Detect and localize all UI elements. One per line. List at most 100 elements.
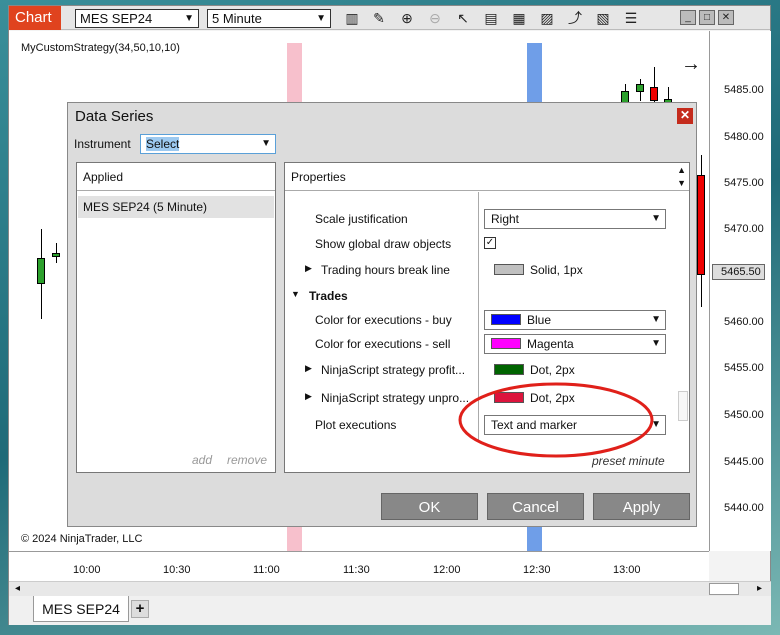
row-show-global-draw-objects[interactable]: Show global draw objects ✓ bbox=[285, 232, 689, 256]
scroll-left-icon[interactable]: ◂ bbox=[15, 583, 20, 594]
time-label: 10:30 bbox=[163, 564, 191, 576]
row-label: NinjaScript strategy profit... bbox=[321, 363, 466, 377]
price-label: 5450.00 bbox=[724, 409, 764, 421]
price-label: 5475.00 bbox=[724, 177, 764, 189]
apply-button[interactable]: Apply bbox=[593, 493, 690, 520]
scroll-down-icon[interactable]: ▼ bbox=[677, 178, 686, 188]
dialog-close-button[interactable]: ✕ bbox=[677, 108, 693, 124]
scroll-thumb[interactable] bbox=[709, 583, 739, 595]
instrument-select[interactable]: MES SEP24 ▼ bbox=[75, 9, 199, 28]
chevron-down-icon: ▼ bbox=[184, 13, 194, 24]
bottom-tab-bar: MES SEP24 + bbox=[9, 596, 771, 625]
remove-link[interactable]: remove bbox=[227, 453, 267, 467]
row-exec-buy[interactable]: Color for executions - buy Blue ▼ bbox=[285, 308, 689, 332]
annotation-circle bbox=[458, 382, 654, 458]
expand-arrow-icon[interactable]: ▶ bbox=[305, 363, 312, 374]
expand-arrow-icon[interactable]: ▶ bbox=[305, 263, 312, 274]
properties-icon[interactable]: ▧ bbox=[594, 10, 612, 26]
row-exec-sell[interactable]: Color for executions - sell Magenta ▼ bbox=[285, 332, 689, 356]
chevron-down-icon: ▼ bbox=[651, 314, 661, 325]
trades-section[interactable]: ▼ Trades bbox=[285, 284, 689, 308]
annotation-ellipse bbox=[458, 382, 654, 458]
row-label: NinjaScript strategy unpro... bbox=[321, 391, 470, 405]
time-label: 13:00 bbox=[613, 564, 641, 576]
candle-body bbox=[52, 253, 60, 257]
row-trading-hours-break-line[interactable]: ▶ Trading hours break line Solid, 1px bbox=[285, 258, 689, 282]
section-title: Trades bbox=[309, 289, 348, 303]
maximize-button[interactable]: □ bbox=[699, 10, 715, 25]
current-price-badge: 5465.50 bbox=[712, 264, 765, 280]
pencil-icon[interactable]: ✎ bbox=[370, 10, 388, 26]
applied-panel: Applied MES SEP24 (5 Minute) add remove bbox=[76, 162, 276, 473]
row-scale-justification[interactable]: Scale justification Right ▼ bbox=[285, 207, 689, 231]
applied-item[interactable]: MES SEP24 (5 Minute) bbox=[78, 196, 274, 218]
series-icon[interactable]: ▦ bbox=[510, 10, 528, 26]
price-label: 5455.00 bbox=[724, 362, 764, 374]
select-value: Blue bbox=[527, 313, 552, 327]
zoom-out-icon[interactable]: ⊖ bbox=[426, 10, 444, 26]
time-label: 11:00 bbox=[253, 564, 280, 576]
properties-header: Properties bbox=[285, 163, 689, 191]
exec-sell-color-select[interactable]: Magenta ▼ bbox=[484, 334, 666, 354]
chevron-down-icon: ▼ bbox=[651, 213, 661, 224]
row-label: Plot executions bbox=[315, 418, 397, 432]
instrument-label: Instrument bbox=[74, 137, 131, 151]
row-label: Scale justification bbox=[315, 212, 408, 226]
collapse-arrow-icon[interactable]: ▼ bbox=[291, 289, 300, 299]
arrow-right-icon[interactable]: → bbox=[681, 53, 701, 76]
row-value: Solid, 1px bbox=[494, 263, 583, 277]
time-label: 12:30 bbox=[523, 564, 551, 576]
zoom-in-icon[interactable]: ⊕ bbox=[398, 10, 416, 26]
expand-arrow-icon[interactable]: ▶ bbox=[305, 391, 312, 402]
minimize-button[interactable]: _ bbox=[680, 10, 696, 25]
instrument-select-value: MES SEP24 bbox=[80, 11, 153, 26]
row-label: Color for executions - sell bbox=[315, 337, 451, 351]
exec-buy-color-select[interactable]: Blue ▼ bbox=[484, 310, 666, 330]
time-label: 12:00 bbox=[433, 564, 461, 576]
data-box-icon[interactable]: ▤ bbox=[482, 10, 500, 26]
indicators-icon[interactable]: ▨ bbox=[538, 10, 556, 26]
add-link[interactable]: add bbox=[192, 453, 212, 467]
list-icon[interactable]: ☰ bbox=[622, 10, 640, 26]
instrument-field[interactable]: Select ▼ bbox=[140, 134, 276, 154]
interval-select-value: 5 Minute bbox=[212, 11, 262, 26]
chevron-down-icon: ▼ bbox=[261, 138, 271, 149]
candle-body bbox=[37, 258, 45, 284]
strategy-icon[interactable]: ⤴ bbox=[566, 10, 584, 26]
add-tab-button[interactable]: + bbox=[131, 600, 149, 618]
strategy-label: MyCustomStrategy(34,50,10,10) bbox=[21, 42, 180, 54]
show-global-checkbox[interactable]: ✓ bbox=[484, 237, 496, 249]
color-swatch bbox=[491, 314, 521, 325]
bar-chart-icon[interactable]: ▥ bbox=[343, 10, 361, 26]
window-toolbar: Chart MES SEP24 ▼ 5 Minute ▼ ▥ ✎ ⊕ ⊖ ↖ ▤… bbox=[9, 6, 770, 30]
price-label: 5440.00 bbox=[724, 502, 764, 514]
candle-body bbox=[636, 84, 644, 92]
applied-header: Applied bbox=[77, 163, 275, 191]
chart-tab[interactable]: Chart bbox=[9, 6, 61, 30]
time-label: 10:00 bbox=[73, 564, 101, 576]
cancel-button[interactable]: Cancel bbox=[487, 493, 584, 520]
time-axis[interactable]: 10:00 10:30 11:00 11:30 12:00 12:30 13:0… bbox=[9, 551, 709, 581]
price-label: 5480.00 bbox=[724, 131, 764, 143]
ok-button[interactable]: OK bbox=[381, 493, 478, 520]
interval-select[interactable]: 5 Minute ▼ bbox=[207, 9, 331, 28]
price-label: 5485.00 bbox=[724, 84, 764, 96]
select-value: Magenta bbox=[527, 337, 574, 351]
copyright-label: © 2024 NinjaTrader, LLC bbox=[21, 533, 143, 545]
row-strategy-profit[interactable]: ▶ NinjaScript strategy profit... Dot, 2p… bbox=[285, 358, 689, 382]
scroll-right-icon[interactable]: ▸ bbox=[757, 583, 762, 594]
horizontal-scrollbar[interactable]: ◂ ▸ bbox=[9, 581, 771, 596]
candle-body bbox=[697, 175, 705, 275]
tab-mes-sep24[interactable]: MES SEP24 bbox=[33, 596, 129, 622]
candle-body bbox=[650, 87, 658, 101]
close-button[interactable]: ✕ bbox=[718, 10, 734, 25]
scroll-up-icon[interactable]: ▲ bbox=[677, 165, 686, 175]
price-axis[interactable]: 5485.00 5480.00 5475.00 5470.00 5465.50 … bbox=[709, 31, 771, 551]
select-value: Right bbox=[491, 212, 520, 226]
color-swatch bbox=[491, 338, 521, 349]
price-label: 5460.00 bbox=[724, 316, 764, 328]
scale-justification-select[interactable]: Right ▼ bbox=[484, 209, 666, 229]
pointer-icon[interactable]: ↖ bbox=[454, 10, 472, 26]
row-label: Color for executions - buy bbox=[315, 313, 452, 327]
row-label: Show global draw objects bbox=[315, 237, 452, 251]
